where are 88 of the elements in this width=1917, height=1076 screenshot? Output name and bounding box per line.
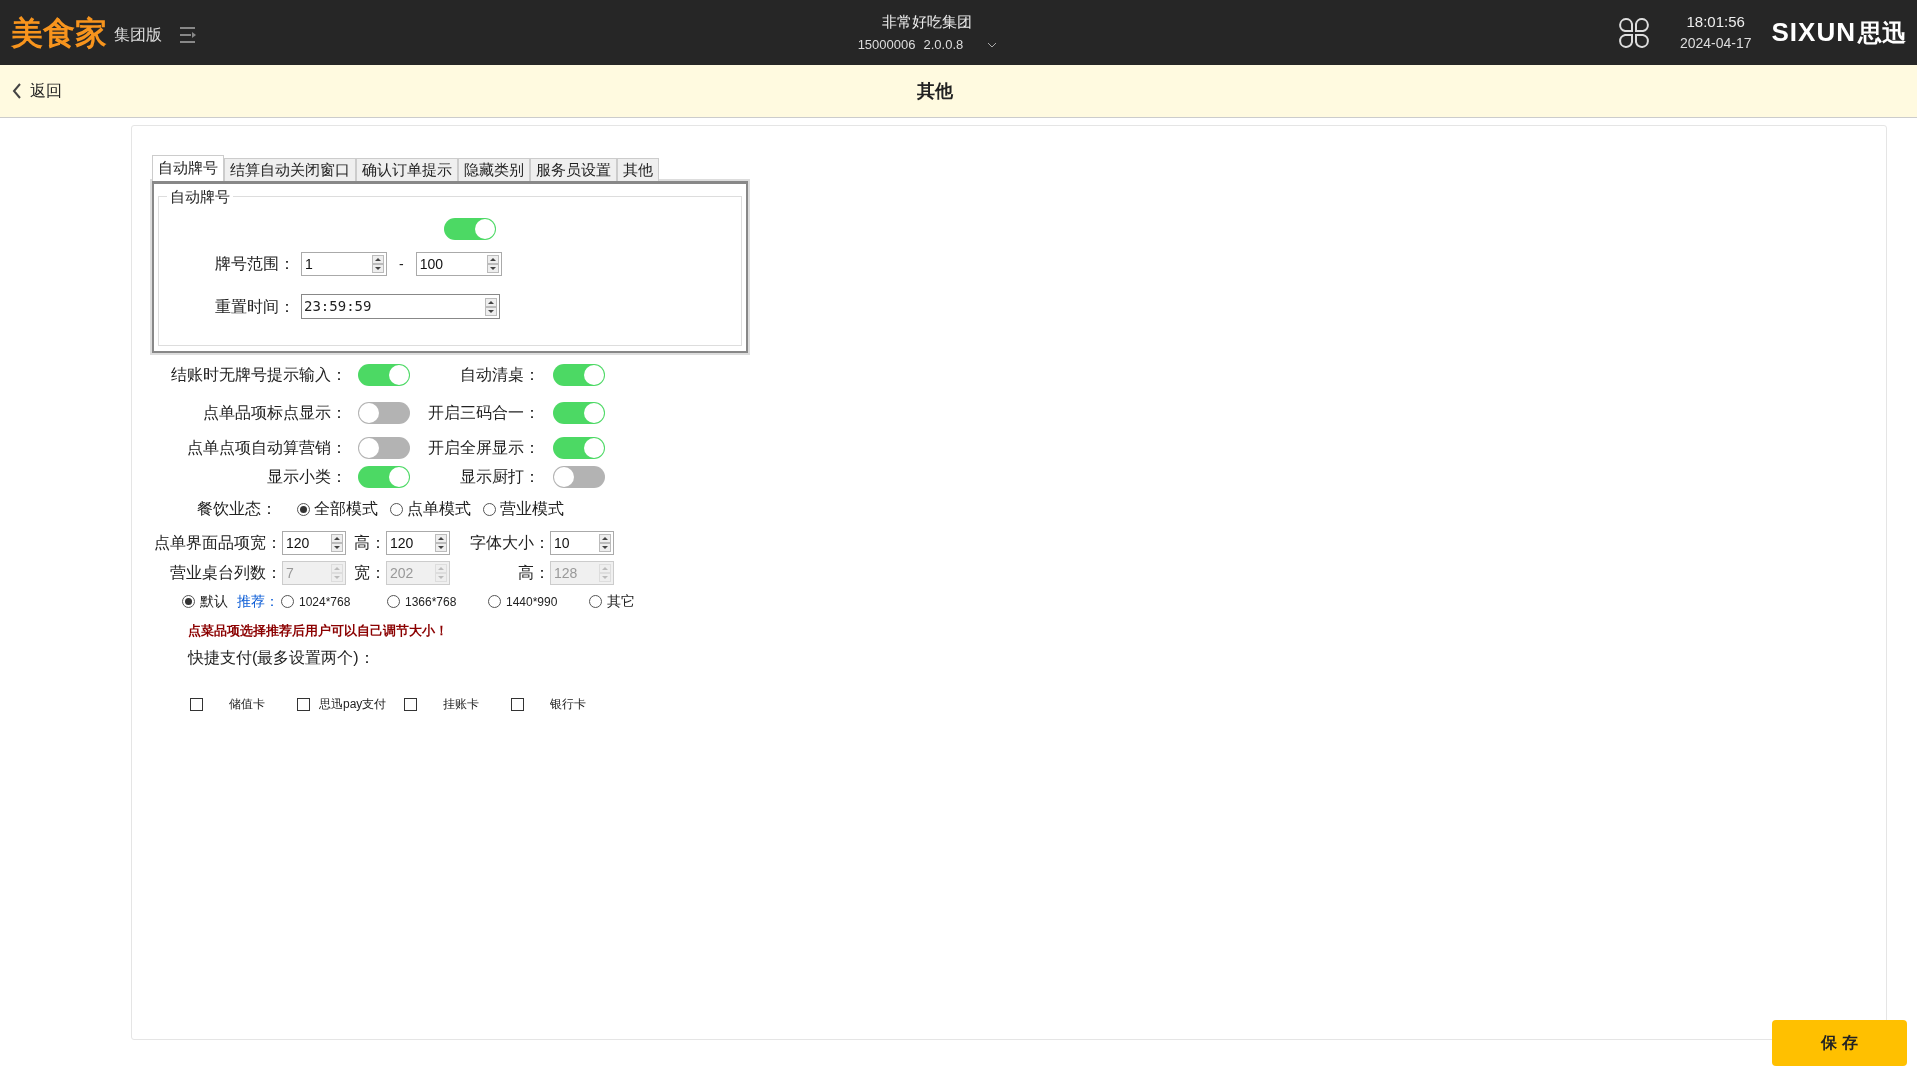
setting-label: 结账时无牌号提示输入：: [170, 365, 347, 385]
toggle-switch[interactable]: [553, 466, 605, 488]
radio-button[interactable]: [387, 595, 400, 608]
toggle-switch[interactable]: [358, 437, 410, 459]
account-number: 15000006: [857, 36, 916, 54]
number-spin-field[interactable]: 1: [301, 252, 387, 276]
setting-label: 开启三码合一：: [427, 403, 540, 423]
radio-button[interactable]: [281, 595, 294, 608]
range-separator: -: [399, 254, 404, 274]
field-label: 重置时间：: [215, 296, 295, 317]
tab[interactable]: 结算自动关闭窗口: [224, 158, 356, 181]
tab[interactable]: 隐藏类别: [458, 158, 530, 181]
field-label: 点单界面品项宽：: [153, 533, 282, 553]
toggle-switch[interactable]: [358, 364, 410, 386]
clock-date: 2024-04-17: [1679, 34, 1752, 54]
spinner-arrows-icon[interactable]: [486, 255, 499, 273]
save-button[interactable]: 保 存: [1772, 1020, 1907, 1066]
radio-label: 全部模式: [314, 499, 378, 519]
radio-label: 1024*768: [299, 593, 351, 611]
radio-button[interactable]: [182, 595, 195, 608]
setting-label: 开启全屏显示：: [427, 438, 540, 458]
radio-button[interactable]: [483, 502, 496, 516]
company-logo: SIXUN: [1771, 16, 1856, 49]
company-name: 非常好吃集团: [882, 11, 973, 32]
tab[interactable]: 自动牌号: [152, 155, 224, 181]
page-title: 其他: [917, 79, 953, 103]
setting-label: 显示小类：: [266, 467, 347, 487]
spinner-arrows-icon[interactable]: [485, 297, 497, 316]
radio-label: 默认: [200, 592, 228, 611]
checkbox-label: 银行卡: [550, 696, 586, 713]
section-label: 快捷支付(最多设置两个)：: [188, 649, 375, 666]
radio-label: 点单模式: [407, 499, 471, 519]
chevron-left-icon: [12, 83, 22, 99]
toggle-switch[interactable]: [553, 364, 605, 386]
field-label: 高：: [517, 563, 550, 583]
setting-label: 显示厨打：: [459, 467, 540, 487]
field-label: 字体大小：: [469, 533, 550, 553]
setting-label: 点单点项自动算营销：: [186, 438, 347, 458]
spinner-arrows-icon[interactable]: [599, 534, 611, 552]
time-spin-field[interactable]: 23:59:59: [301, 294, 500, 319]
radio-label: 其它: [607, 592, 635, 611]
four-petal-icon[interactable]: [1617, 16, 1650, 49]
clock-time: 18:01:56: [1686, 11, 1745, 32]
radio-button[interactable]: [390, 502, 403, 516]
version-number: 2.0.0.8: [923, 36, 964, 54]
brand-logo: 美食家: [11, 16, 107, 49]
spinner-arrows-icon[interactable]: [331, 534, 343, 552]
field-label: 营业桌台列数：: [169, 563, 282, 583]
number-spin-field[interactable]: 120: [282, 531, 346, 555]
tab[interactable]: 其他: [617, 158, 659, 181]
toggle-switch[interactable]: [358, 466, 410, 488]
radio-button[interactable]: [488, 595, 501, 608]
checkbox-label: 思迅pay支付: [319, 696, 387, 713]
recommend-label: 推荐：: [237, 592, 279, 611]
spinner-arrows-icon[interactable]: [372, 255, 384, 273]
checkbox[interactable]: [297, 697, 310, 711]
setting-label: 自动清桌：: [459, 365, 540, 385]
edition-label: 集团版: [114, 24, 162, 45]
menu-icon[interactable]: [179, 25, 197, 44]
company-logo-chinese: 思迅: [1858, 17, 1906, 48]
radio-label: 1366*768: [405, 593, 457, 611]
spinner-arrows-icon[interactable]: [435, 534, 447, 552]
field-label: 牌号范围：: [215, 254, 295, 274]
toggle-switch[interactable]: [444, 218, 496, 240]
number-spin-field[interactable]: 10: [550, 531, 614, 555]
radio-label: 1440*990: [506, 593, 558, 611]
setting-label: 点单品项标点显示：: [202, 403, 347, 423]
checkbox[interactable]: [190, 697, 203, 711]
radio-button[interactable]: [297, 502, 310, 516]
number-spin-field[interactable]: 120: [386, 531, 450, 555]
toggle-switch[interactable]: [553, 437, 605, 459]
checkbox[interactable]: [511, 697, 524, 711]
warning-note: 点菜品项选择推荐后用户可以自己调节大小！: [188, 623, 448, 638]
radio-button[interactable]: [589, 595, 602, 608]
radio-label: 营业模式: [500, 499, 564, 519]
checkbox-label: 挂账卡: [443, 696, 479, 713]
field-label: 高：: [353, 533, 386, 553]
tab[interactable]: 确认订单提示: [356, 158, 458, 181]
checkbox-label: 储值卡: [229, 696, 265, 713]
toggle-switch[interactable]: [553, 402, 605, 424]
checkbox[interactable]: [404, 697, 417, 711]
chevron-down-icon[interactable]: [987, 41, 998, 48]
setting-label: 餐饮业态：: [196, 499, 277, 519]
number-spin-field[interactable]: 100: [415, 252, 502, 276]
back-button[interactable]: 返回: [12, 79, 62, 103]
tab[interactable]: 服务员设置: [530, 158, 617, 181]
field-label: 宽：: [353, 563, 386, 583]
toggle-switch[interactable]: [358, 402, 410, 424]
